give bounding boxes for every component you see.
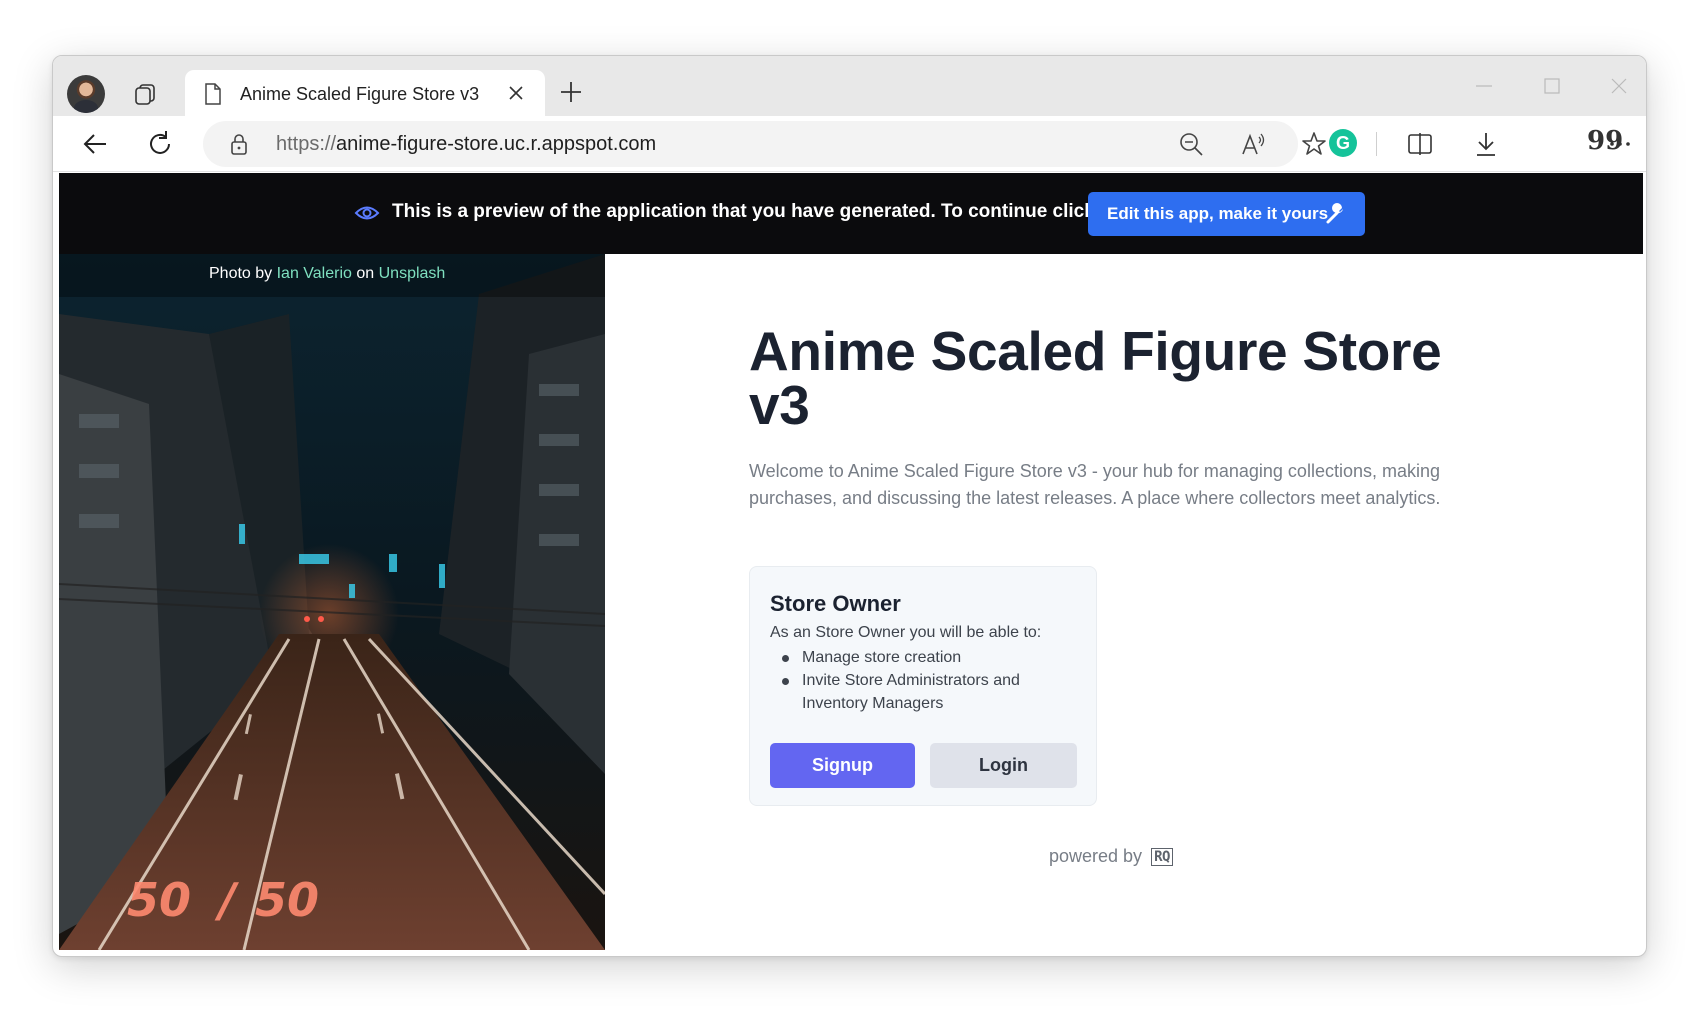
page-title: Anime Scaled Figure Store v3	[749, 320, 1442, 436]
page-icon	[205, 83, 221, 105]
close-tab-icon[interactable]	[507, 84, 525, 102]
back-icon[interactable]	[79, 128, 111, 160]
main-content: Anime Scaled Figure Store v3 Welcome to …	[605, 254, 1643, 950]
svg-text:50: 50	[255, 873, 319, 927]
downloads-icon[interactable]	[1471, 129, 1501, 159]
login-button[interactable]: Login	[930, 743, 1077, 788]
tab-active[interactable]: Anime Scaled Figure Store v3	[185, 70, 545, 117]
store-owner-card: Store Owner As an Store Owner you will b…	[749, 566, 1097, 806]
address-bar: https://anime-figure-store.uc.r.appspot.…	[53, 116, 1646, 172]
role-title: Store Owner	[770, 591, 901, 616]
rq-logo[interactable]: RQ	[1151, 848, 1173, 867]
profile-avatar[interactable]	[67, 75, 105, 113]
wrench-icon	[1326, 203, 1343, 224]
url-field[interactable]: https://anime-figure-store.uc.r.appspot.…	[203, 121, 1326, 167]
photo-credit-prefix: Photo by	[209, 265, 273, 282]
powered-by: powered by RQ	[1049, 846, 1173, 867]
unsplash-link[interactable]: Unsplash	[379, 265, 446, 282]
toolbar-divider	[1376, 132, 1377, 156]
role-permissions-list: Manage store creation Invite Store Admin…	[782, 646, 1072, 715]
edit-app-button[interactable]: Edit this app, make it yours	[1088, 192, 1365, 236]
hero-photo: 50/50 Photo by Ian Valerio on Unsplash	[59, 254, 605, 950]
refresh-icon[interactable]	[144, 128, 176, 160]
grammarly-extension-icon[interactable]: G	[1329, 129, 1357, 157]
minimize-icon[interactable]	[1473, 78, 1495, 94]
svg-text:50: 50	[127, 873, 191, 927]
photo-credit: Photo by Ian Valerio on Unsplash	[59, 254, 605, 297]
edit-app-button-label: Edit this app, make it yours	[1107, 204, 1329, 223]
role-subtitle: As an Store Owner you will be able to:	[770, 624, 1042, 641]
signup-button[interactable]: Signup	[770, 743, 915, 788]
split-screen-icon[interactable]	[1405, 129, 1435, 159]
read-aloud-icon[interactable]	[1240, 131, 1266, 157]
powered-by-text: powered by	[1049, 846, 1143, 866]
more-options-icon[interactable]	[1605, 129, 1635, 159]
preview-message: This is a preview of the application tha…	[392, 201, 1147, 222]
new-tab-icon[interactable]	[557, 78, 585, 106]
photo-credit-middle: on	[356, 265, 375, 282]
zoom-out-icon[interactable]	[1178, 131, 1204, 157]
tab-title: Anime Scaled Figure Store v3	[240, 84, 480, 104]
page-description: Welcome to Anime Scaled Figure Store v3 …	[749, 461, 1441, 508]
list-item: Invite Store Administrators and Inventor…	[782, 669, 1072, 715]
eye-icon	[354, 206, 380, 220]
night-street-image: 50/50	[59, 254, 605, 950]
close-window-icon[interactable]	[1608, 78, 1630, 94]
favorite-star-icon[interactable]	[1301, 131, 1327, 157]
tab-actions-icon[interactable]	[131, 79, 161, 109]
maximize-icon[interactable]	[1541, 78, 1563, 94]
lock-icon[interactable]	[229, 133, 249, 155]
photo-author-link[interactable]: Ian Valerio	[277, 265, 352, 282]
tab-strip: Anime Scaled Figure Store v3	[53, 56, 1646, 117]
preview-banner: This is a preview of the application tha…	[59, 173, 1643, 254]
page-viewport: This is a preview of the application tha…	[59, 173, 1643, 950]
url-text: https://anime-figure-store.uc.r.appspot.…	[276, 133, 657, 155]
list-item: Manage store creation	[782, 646, 1072, 669]
browser-window: Anime Scaled Figure Store v3 https://ani	[52, 55, 1647, 957]
